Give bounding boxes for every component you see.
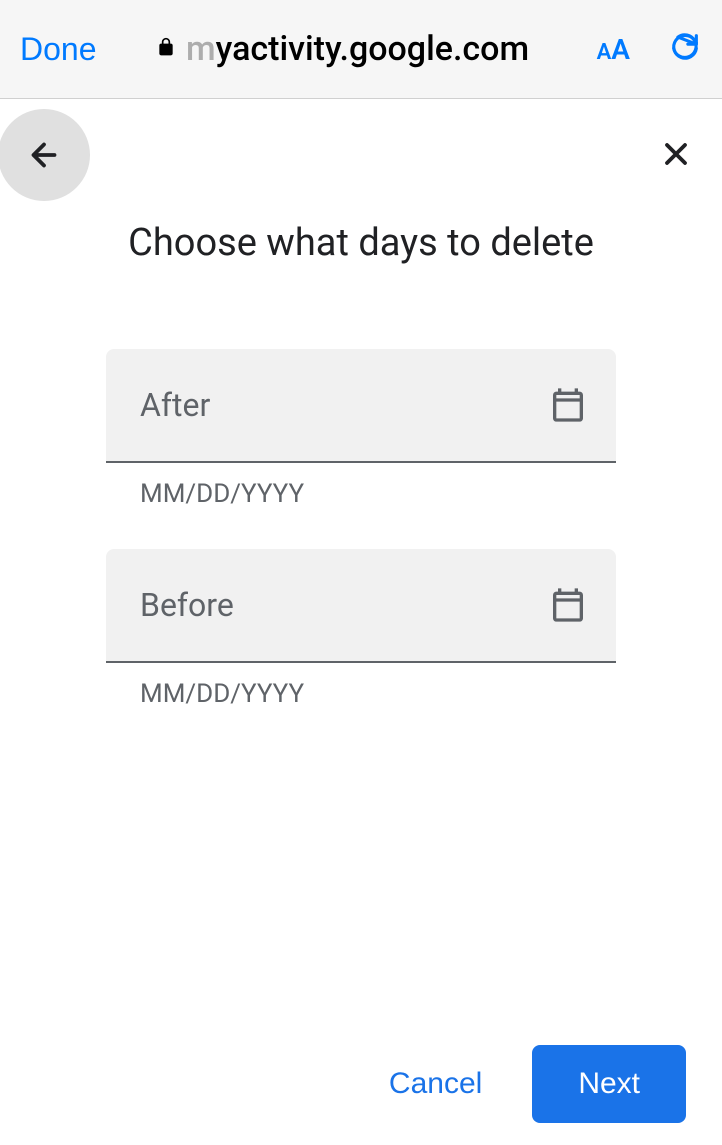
footer-buttons: Cancel Next: [377, 1045, 686, 1123]
after-label: After: [140, 386, 210, 424]
after-hint: MM/DD/YYYY: [140, 479, 616, 509]
top-controls: [0, 99, 722, 199]
back-button[interactable]: [0, 109, 90, 201]
browser-bar: Done myactivity.google.com AA: [0, 0, 722, 99]
before-hint: MM/DD/YYYY: [140, 679, 616, 709]
url-section[interactable]: myactivity.google.com: [117, 29, 569, 69]
calendar-icon[interactable]: [548, 585, 588, 625]
after-date-input[interactable]: After: [106, 349, 616, 463]
url-text: myactivity.google.com: [186, 29, 529, 69]
reload-icon[interactable]: [658, 30, 702, 68]
next-button[interactable]: Next: [532, 1045, 686, 1123]
before-field-group: Before MM/DD/YYYY: [106, 549, 616, 709]
before-label: Before: [140, 586, 234, 624]
text-size-button[interactable]: AA: [589, 33, 638, 66]
content-area: Choose what days to delete After MM/DD/Y…: [0, 99, 722, 1145]
close-icon[interactable]: [658, 136, 694, 172]
before-date-input[interactable]: Before: [106, 549, 616, 663]
lock-icon: [156, 34, 176, 64]
page-title: Choose what days to delete: [0, 221, 722, 265]
form-area: After MM/DD/YYYY Before MM/DD/YYYY: [0, 349, 722, 749]
after-field-group: After MM/DD/YYYY: [106, 349, 616, 509]
done-button[interactable]: Done: [20, 31, 97, 68]
calendar-icon[interactable]: [548, 385, 588, 425]
arrow-left-icon: [26, 137, 62, 173]
cancel-button[interactable]: Cancel: [377, 1049, 494, 1119]
